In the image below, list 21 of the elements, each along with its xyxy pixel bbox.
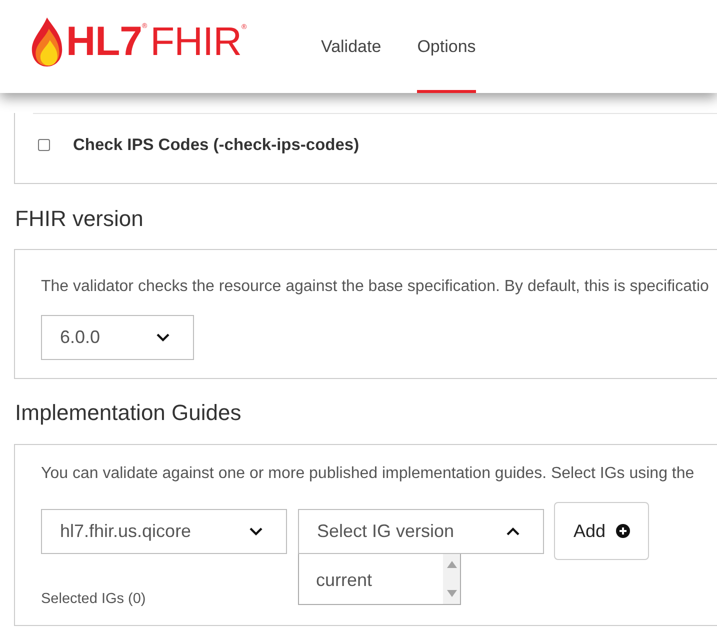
dropdown-option[interactable]: current [299,554,443,604]
add-button[interactable]: Add [554,502,649,560]
description-text: The validator checks the resource against the base specification. By default, this is specificatio [41,277,709,297]
selected-count-text: Selected IGs (0) [41,590,146,608]
checkbox[interactable] [38,139,50,151]
scrollbar[interactable] [443,554,460,604]
plus-circle-icon [616,524,630,538]
guide-version-select[interactable]: Select IG version [298,508,544,554]
scroll-up-arrow-icon[interactable] [446,560,456,568]
checkbox-label[interactable]: Check IPS Codes (-check-ips-codes) [73,136,360,154]
logo-text: HL7$^{®}$ [66,21,148,62]
nav-tab[interactable]: Validate [321,0,382,93]
section-heading: Implementation Guides [15,400,242,426]
description-text: You can validate against one or more published implementation guides. Select IGs using the [41,464,694,484]
guide-select[interactable]: hl7.fhir.us.qicore [41,508,287,554]
section-heading: FHIR version [15,206,144,232]
scroll-down-arrow-icon[interactable] [446,590,456,596]
flame-icon [30,16,64,66]
nav-tab[interactable]: Options [417,0,476,93]
version-select[interactable]: 6.0.0 [41,315,194,360]
logo-text: FHIR$^{®}$ [150,22,247,62]
